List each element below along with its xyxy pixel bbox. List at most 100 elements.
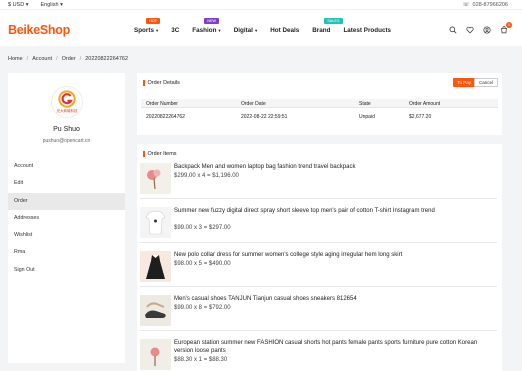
nav-item-latest-products[interactable]: Latest Products [343, 27, 391, 34]
language-selector[interactable]: English ▾ [41, 2, 63, 8]
nav-item-brand[interactable]: Brand SALES [312, 18, 343, 34]
table-row: 20220822264762 2022-08-22 22:59:51 Unpai… [141, 108, 498, 126]
currency-selector[interactable]: $ USD ▾ [8, 2, 29, 8]
product-name[interactable]: Backpack Men and women laptop bag fashio… [174, 163, 484, 171]
title-accent-bar [143, 151, 145, 157]
list-item: New polo collar dress for summer women's… [140, 251, 497, 287]
sidebar-item-sign-out[interactable]: Sign Out [8, 262, 125, 279]
sidebar-item-order[interactable]: Order [8, 192, 125, 210]
language-label: English [40, 2, 59, 8]
user-icon[interactable] [483, 26, 491, 36]
order-date-value: 2022-08-22 22:59:51 [241, 114, 288, 120]
product-name[interactable]: European station summer new FASHION casu… [174, 339, 484, 355]
nav-label: Brand [312, 27, 331, 34]
order-items-heading: Order Items [147, 151, 177, 157]
product-price: $299.00 x 4 = $1,196.00 [174, 173, 239, 179]
nav-item-sports[interactable]: Sports ▾ HOT [134, 18, 161, 34]
nav-label: Digital [233, 27, 253, 34]
search-icon[interactable] [449, 26, 457, 36]
col-order-date: Order Date [241, 101, 266, 107]
phone-number: 028-87966206 [472, 2, 508, 8]
cancel-order-button[interactable]: Cancel [473, 78, 498, 87]
product-name[interactable]: Men's casual shoes TANJUN Tianjun casual… [174, 295, 484, 303]
store-logo-icon [58, 90, 76, 108]
table-header: Order Number Order Date State Order Amou… [141, 99, 498, 108]
product-price: $88.30 x 1 = $88.30 [174, 357, 228, 363]
sidebar-item-rma[interactable]: Rma [8, 244, 125, 261]
nav-item-3c[interactable]: 3C [171, 27, 179, 34]
to-pay-button[interactable]: To Pay [453, 78, 475, 87]
title-accent-bar [143, 80, 145, 86]
nav-item-digital[interactable]: Digital ▾ [234, 27, 258, 34]
nav-badge: HOT [146, 18, 161, 24]
logo[interactable]: BeikeShop [8, 23, 70, 37]
sidebar-item-edit[interactable]: Edit [8, 175, 125, 192]
state-value: Unpaid [359, 114, 375, 120]
order-number-value: 20220822264762 [146, 114, 185, 120]
order-details-table: Order Number Order Date State Order Amou… [141, 99, 498, 126]
chevron-down-icon: ▾ [254, 27, 258, 33]
account-sidebar: 光大商城科技 Pu Shuo pushuo@opencart.cn Accoun… [8, 73, 125, 363]
product-thumbnail[interactable] [140, 251, 171, 282]
chevron-down-icon: ▾ [218, 27, 221, 33]
main-nav: Sports ▾ HOT 3C Fashion ▾ NEW Digital ▾ Hot Deals… [134, 18, 404, 34]
list-item: Backpack Men and women laptop bag fashio… [140, 163, 497, 199]
nav-badge: NEW [204, 18, 220, 24]
order-amount-value: $2,677.20 [409, 114, 432, 120]
avatar: 光大商城科技 [51, 86, 83, 118]
col-order-number: Order Number [146, 101, 178, 107]
product-name[interactable]: New polo collar dress for summer women's… [174, 251, 484, 259]
order-items-panel: Order Items Backpack Men and women lapto… [137, 144, 502, 371]
account-menu: Account Edit Order Addresses Wishlist Rma Sign… [8, 158, 125, 279]
breadcrumb-separator: / [56, 56, 58, 62]
breadcrumb-item[interactable]: Home [8, 56, 23, 62]
product-price: $98.00 x 5 = $490.00 [174, 261, 231, 267]
sidebar-item-addresses[interactable]: Addresses [8, 210, 125, 227]
user-email: pushuo@opencart.cn [42, 138, 91, 144]
col-order-amount: Order Amount [409, 101, 441, 107]
avatar-brand-text: 光大商城科技 [56, 109, 78, 113]
breadcrumb-item[interactable]: Order [62, 56, 76, 62]
breadcrumb-item[interactable]: Account [32, 56, 52, 62]
sidebar-item-account[interactable]: Account [8, 158, 125, 175]
nav-label: Fashion [192, 27, 217, 34]
nav-label: Latest Products [343, 27, 392, 34]
breadcrumb-item: 20220822264762 [85, 56, 129, 62]
col-state: State [359, 101, 371, 107]
header-icons: 0 [449, 22, 512, 36]
header: BeikeShop Sports ▾ HOT 3C Fashion ▾ NEW Digital… [0, 10, 522, 46]
list-item: Men's casual shoes TANJUN Tianjun casual… [140, 295, 497, 331]
nav-item-hot-deals[interactable]: Hot Deals [270, 27, 299, 34]
nav-label: Sports [134, 27, 154, 34]
breadcrumb-separator: / [79, 56, 82, 62]
user-name: Pu Shuo [53, 126, 80, 133]
top-bar: $ USD ▾ English ▾ ☏ 028-87966206 [0, 0, 522, 10]
product-thumbnail[interactable] [140, 295, 171, 326]
cart-count-badge: 0 [506, 22, 512, 28]
nav-label: Hot Deals [270, 27, 300, 34]
breadcrumb: Home / Account / Order/20220822264762 [8, 56, 128, 62]
product-thumbnail[interactable] [140, 207, 171, 238]
order-items-title: Order Items [143, 151, 177, 157]
heart-icon[interactable] [466, 26, 474, 36]
cart-icon[interactable]: 0 [500, 22, 512, 36]
currency-label: $ USD [8, 2, 25, 8]
nav-item-fashion[interactable]: Fashion ▾ NEW [192, 18, 221, 34]
list-item: Summer new fuzzy digital direct spray sh… [140, 207, 497, 243]
nav-label: 3C [171, 27, 180, 34]
nav-badge: SALES [324, 18, 343, 24]
product-thumbnail[interactable] [140, 339, 171, 370]
order-details-panel: Order Details To Pay Cancel Order Number… [137, 73, 502, 135]
breadcrumb-separator: / [26, 56, 29, 62]
product-thumbnail[interactable] [140, 163, 171, 194]
sidebar-item-wishlist[interactable]: Wishlist [8, 227, 125, 244]
chevron-down-icon: ▾ [155, 27, 159, 33]
order-details-title: Order Details [143, 80, 180, 86]
list-item: European station summer new FASHION casu… [140, 339, 497, 371]
product-name[interactable]: Summer new fuzzy digital direct spray sh… [174, 207, 484, 215]
product-price: $99.00 x 3 = $297.00 [174, 225, 231, 231]
phone-icon: ☏ [462, 2, 470, 8]
product-price: $99.00 x 8 = $792.00 [174, 305, 231, 311]
order-details-heading: Order Details [147, 80, 180, 86]
phone-contact: ☏ 028-87966206 [463, 2, 508, 8]
